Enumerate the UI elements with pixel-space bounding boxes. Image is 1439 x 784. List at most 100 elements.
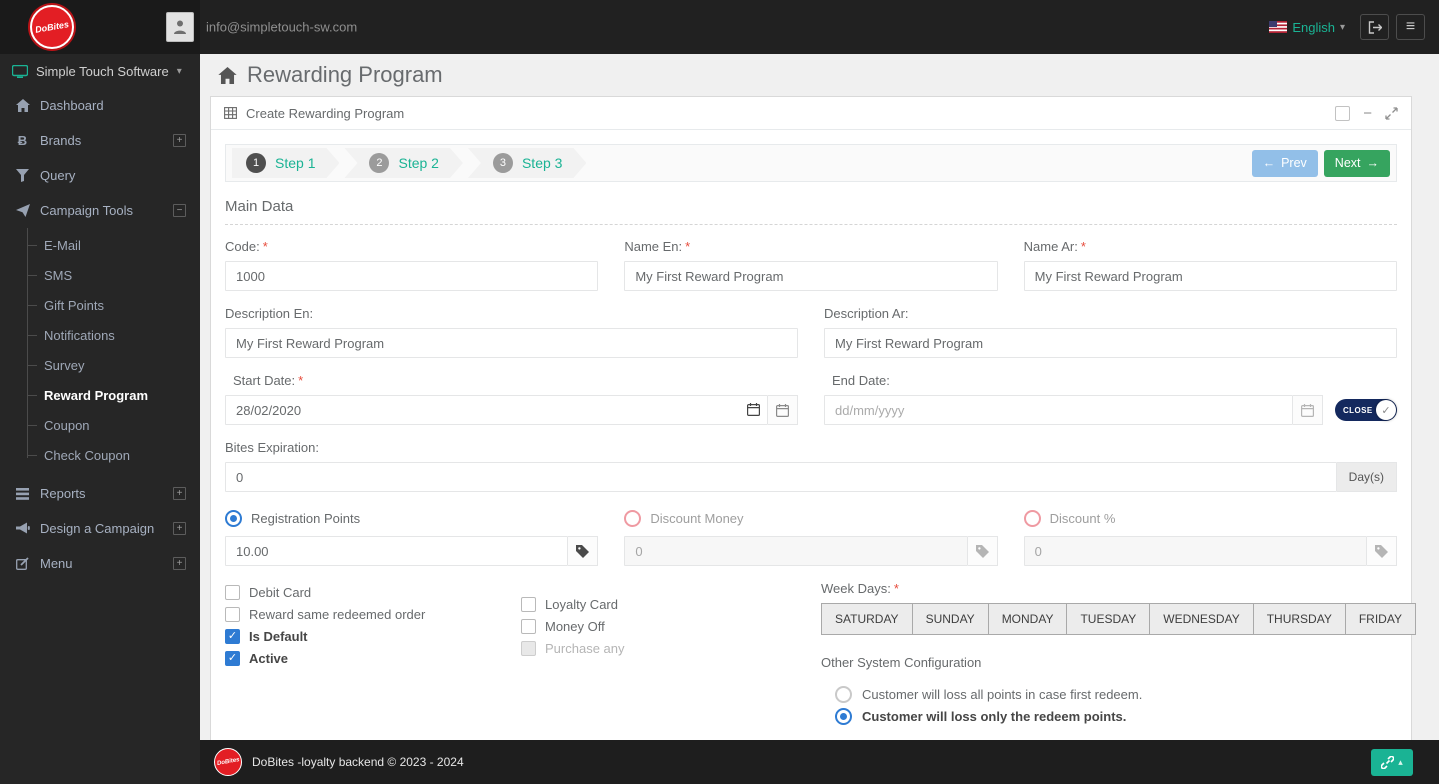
wizard-step-3[interactable]: 3 Step 3 [468,148,586,178]
checkbox-label: Debit Card [249,584,312,600]
sidebar-item-check-coupon[interactable]: Check Coupon [0,440,200,470]
name-ar-input[interactable] [1023,261,1397,291]
expand-plus-icon[interactable]: + [173,557,186,570]
prev-button[interactable]: ← Prev [1251,149,1318,177]
logo-text: DoBites [34,19,70,35]
checkbox-checked[interactable] [225,628,240,644]
radio-unselected[interactable] [1023,510,1041,527]
footer-text: DoBites -loyalty backend © 2023 - 2024 [252,755,464,769]
weekday-monday-button[interactable]: MONDAY [987,603,1068,635]
sidebar-item-reward-program[interactable]: Reward Program [0,380,200,410]
discount-money-option[interactable]: Discount Money [624,510,997,527]
end-date-toggle[interactable]: CLOSE [1335,399,1397,421]
sidebar-item-design-a-campaign[interactable]: Design a Campaign + [0,511,200,546]
end-date-calendar-addon[interactable] [1293,395,1323,425]
logout-button[interactable] [1360,14,1389,40]
sidebar-item-campaign-tools[interactable]: Campaign Tools − [0,193,200,228]
sidebar-item-dashboard[interactable]: Dashboard [0,88,200,123]
start-date-input[interactable] [225,395,768,425]
checkbox-checked[interactable] [225,650,240,666]
sidebar-item-label: Reports [40,486,86,501]
checkbox-unchecked[interactable] [521,618,536,634]
sidebar-item-notifications[interactable]: Notifications [0,320,200,350]
discount-percent-option[interactable]: Discount % [1023,510,1397,527]
weekday-sunday-button[interactable]: SUNDAY [911,603,989,635]
sidebar-item-brands[interactable]: Ƀ Brands + [0,123,200,158]
sidebar-item-menu[interactable]: Menu + [0,546,200,581]
checkbox-unchecked[interactable] [521,596,536,612]
end-date-input[interactable] [824,395,1293,425]
name-en-input[interactable] [624,261,998,291]
weekday-wednesday-button[interactable]: WEDNESDAY [1149,603,1254,635]
sidebar: Simple Touch Software ▾ Dashboard Ƀ Bran… [0,54,200,784]
loyalty-card-checkbox[interactable]: Loyalty Card [521,593,821,615]
wizard-step-2[interactable]: 2 Step 2 [344,148,462,178]
sidebar-item-survey[interactable]: Survey [0,350,200,380]
weekday-tuesday-button[interactable]: TUESDAY [1066,603,1151,635]
sidebar-item-label: Campaign Tools [40,203,133,218]
weekday-saturday-button[interactable]: SATURDAY [821,603,913,635]
sidebar-item-gift-points[interactable]: Gift Points [0,290,200,320]
sign-out-icon [1368,20,1382,34]
description-en-input[interactable] [225,328,798,358]
sidebar-item-query[interactable]: Query [0,158,200,193]
radio-selected[interactable] [835,707,852,725]
chevron-down-icon: ▾ [176,65,182,77]
expand-plus-icon[interactable]: + [173,134,186,147]
weekday-friday-button[interactable]: FRIDAY [1344,603,1416,635]
description-ar-input[interactable] [824,328,1397,358]
expand-plus-icon[interactable]: + [173,522,186,535]
start-date-label: Start Date: * [233,373,304,388]
panel-checkbox[interactable] [1335,105,1351,121]
bites-expiration-input[interactable] [225,462,1337,492]
checkbox-unchecked[interactable] [225,584,240,600]
code-input[interactable] [225,261,599,291]
panel-title: Create Rewarding Program [246,105,405,121]
next-button[interactable]: Next → [1323,149,1390,177]
weekday-thursday-button[interactable]: THURSDAY [1252,603,1346,635]
registration-points-input[interactable] [225,536,569,566]
radio-unselected[interactable] [624,510,642,527]
main-content: Rewarding Program Create Rewarding Progr… [200,54,1439,784]
radio-selected[interactable] [225,510,242,527]
is-default-checkbox[interactable]: Is Default [225,625,521,647]
sidebar-company-header[interactable]: Simple Touch Software ▾ [0,54,200,88]
sidebar-item-sms[interactable]: SMS [0,260,200,290]
checkbox-label: Purchase any [545,640,625,656]
sidebar-item-email[interactable]: E-Mail [0,230,200,260]
minimize-icon[interactable]: − [1363,105,1372,122]
tag-icon [975,544,989,558]
scroll-top-button[interactable]: ▴ [1371,748,1413,776]
wizard-step-1[interactable]: 1 Step 1 [232,148,339,178]
options-region: Debit Card Reward same redeemed order Is… [225,581,1416,759]
days-addon: Day(s) [1336,462,1397,492]
active-checkbox[interactable]: Active [225,647,521,669]
submenu-label: E-Mail [44,237,81,253]
sidebar-item-reports[interactable]: Reports + [0,476,200,511]
tag-addon[interactable] [568,536,599,566]
checkbox-unchecked[interactable] [225,606,240,622]
debit-card-checkbox[interactable]: Debit Card [225,581,521,603]
user-avatar-button[interactable] [166,12,194,42]
discount-percent-input[interactable] [1023,536,1367,566]
menu-toggle-button[interactable]: ≡ [1396,14,1425,40]
discount-money-input[interactable] [624,536,968,566]
expand-plus-icon[interactable]: + [173,487,186,500]
language-dropdown[interactable]: English ▾ [1269,20,1345,35]
wizard-buttons: ← Prev Next → [1251,149,1390,177]
tag-addon [967,536,998,566]
required-asterisk: * [893,581,899,596]
money-off-checkbox[interactable]: Money Off [521,615,821,637]
reward-same-redeemed-order-checkbox[interactable]: Reward same redeemed order [225,603,521,625]
loss-all-points-option[interactable]: Customer will loss all points in case fi… [835,683,1397,705]
loss-redeem-points-option[interactable]: Customer will loss only the redeem point… [835,705,1397,727]
start-date-calendar-addon[interactable] [768,395,798,425]
expand-icon[interactable] [1385,106,1398,120]
weekday-button-group: SATURDAY SUNDAY MONDAY TUESDAY WEDNESDAY… [821,603,1416,635]
edit-icon [14,557,31,570]
sidebar-item-coupon[interactable]: Coupon [0,410,200,440]
registration-points-option[interactable]: Registration Points [225,510,598,527]
end-date-label: End Date: [832,373,890,388]
collapse-minus-icon[interactable]: − [173,204,186,217]
radio-unselected[interactable] [835,685,852,703]
